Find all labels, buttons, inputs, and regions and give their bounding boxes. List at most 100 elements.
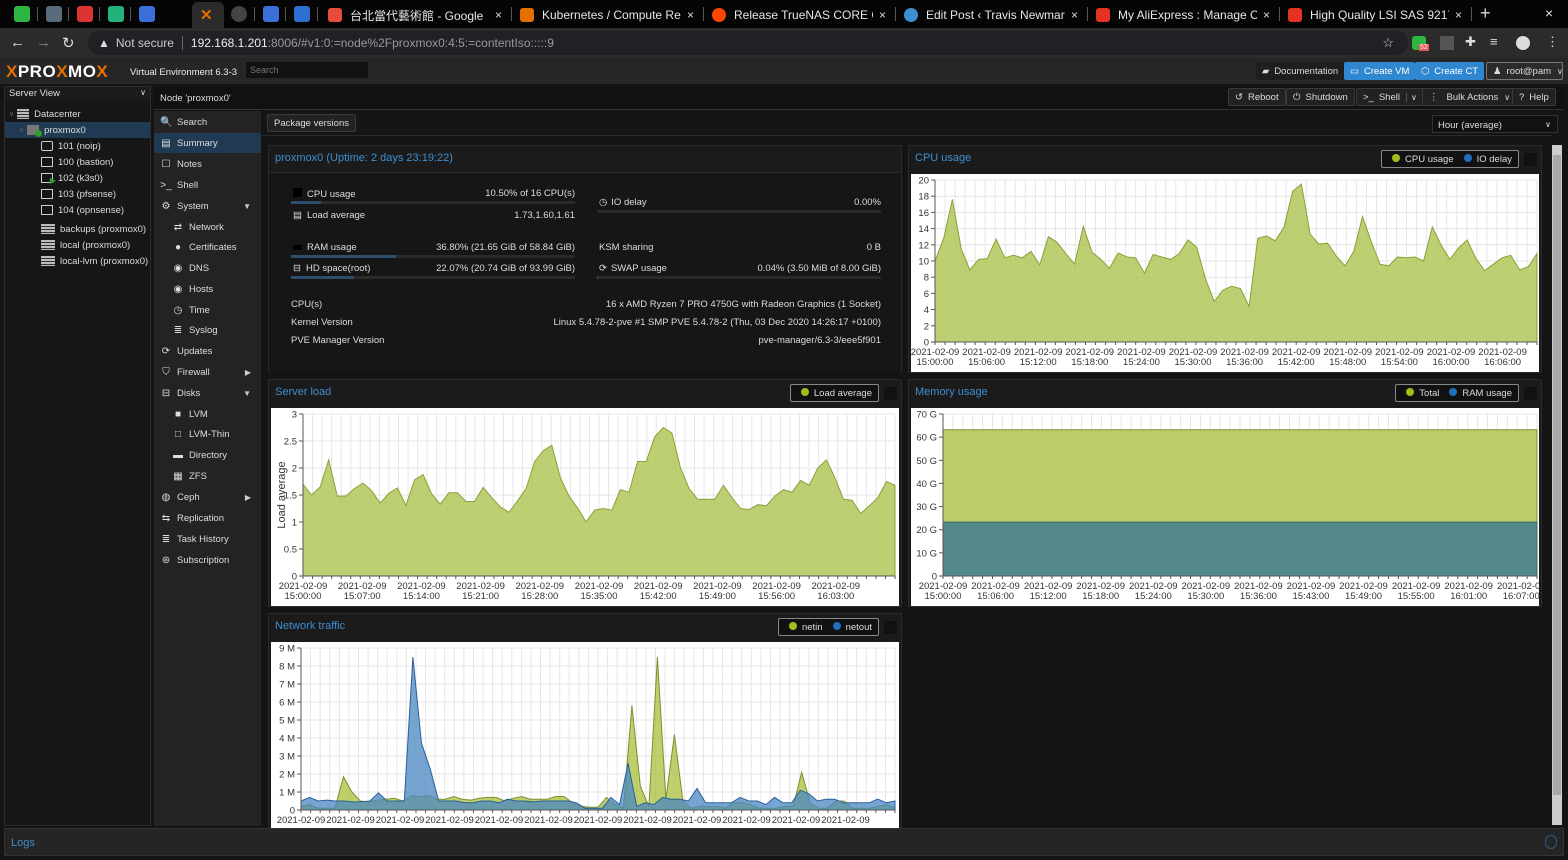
bookmark-star-icon[interactable]: ☆	[1382, 35, 1394, 51]
pinned-tab-calendar[interactable]	[77, 6, 93, 22]
help-button[interactable]: ? Help	[1512, 88, 1556, 106]
profile-avatar[interactable]	[1516, 36, 1530, 50]
pinned-tab-8[interactable]	[294, 6, 310, 22]
tab-close-icon[interactable]: ×	[1455, 8, 1462, 22]
tree-item-vm[interactable]: 104 (opnsense)	[5, 202, 150, 218]
nav-item-lvm-thin[interactable]: □ LVM-Thin	[154, 424, 261, 444]
shutdown-button[interactable]: ⏻ Shutdown	[1286, 88, 1355, 106]
legend-item-ram-usage[interactable]: RAM usage	[1439, 387, 1512, 399]
forward-icon[interactable]: →	[36, 34, 51, 51]
tree-item-datacenter[interactable]: ∨ Datacenter	[5, 106, 150, 122]
extensions-puzzle-icon[interactable]: ✚	[1465, 34, 1476, 50]
browser-tab[interactable]: 台北當代藝術館 - Google ×	[320, 2, 510, 28]
browser-tab[interactable]: Release TrueNAS CORE C ×	[704, 2, 894, 28]
tree-item-vm[interactable]: 100 (bastion)	[5, 154, 150, 170]
legend-item-load-average[interactable]: Load average	[797, 387, 872, 399]
back-icon[interactable]: ←	[10, 34, 25, 51]
nav-item-lvm[interactable]: ■ LVM	[154, 404, 261, 424]
content-scrollbar[interactable]	[1552, 145, 1562, 825]
tab-close-icon[interactable]: ×	[1263, 8, 1270, 22]
logs-panel[interactable]: Logs	[4, 828, 1564, 856]
tree-item-vm-running[interactable]: ▶ 102 (k3s0)	[5, 170, 150, 186]
close-window-button[interactable]: ×	[1545, 5, 1553, 21]
documentation-button[interactable]: ▰ Documentation	[1256, 62, 1345, 80]
nav-item-updates[interactable]: ⟳ Updates	[154, 341, 261, 361]
caret-right-icon[interactable]: ▶	[245, 493, 251, 502]
browser-tab[interactable]: Kubernetes / Compute Re ×	[512, 2, 702, 28]
expand-logs-icon[interactable]	[1545, 835, 1557, 849]
terminal-icon: >_	[1363, 91, 1374, 103]
nav-item-system[interactable]: ⚙ System ▼	[154, 196, 261, 216]
legend-item-total[interactable]: Total	[1402, 387, 1439, 399]
tab-close-icon[interactable]: ×	[495, 8, 502, 22]
nav-item-summary[interactable]: ▤ Summary	[154, 133, 261, 153]
chart-toggle-box[interactable]	[1524, 153, 1537, 166]
media-queue-icon[interactable]: ≡	[1490, 34, 1498, 49]
tree-item-ct[interactable]: 101 (noip)	[5, 138, 150, 154]
nav-item-network[interactable]: ⇄ Network	[154, 217, 261, 237]
browser-menu-icon[interactable]: ⋮	[1546, 34, 1559, 50]
nav-item-subscription[interactable]: ⊛ Subscription	[154, 550, 261, 570]
reload-icon[interactable]: ↻	[62, 34, 75, 52]
nav-item-directory[interactable]: ▬ Directory	[154, 445, 261, 465]
tree-item-storage[interactable]: local (proxmox0)	[5, 237, 150, 253]
nav-item-notes[interactable]: ☐ Notes	[154, 154, 261, 174]
global-search-input[interactable]	[246, 62, 368, 78]
url-field[interactable]: ▲ Not secure 192.168.1.201 :8006/#v1:0:=…	[88, 31, 1408, 55]
create-ct-button[interactable]: ⬡ Create CT	[1415, 62, 1485, 80]
new-tab-button[interactable]: +	[1480, 3, 1491, 24]
nav-item-time[interactable]: ◷ Time	[154, 300, 261, 320]
legend-item-cpu[interactable]: CPU usage	[1388, 153, 1454, 165]
nav-item-label: Ceph	[177, 491, 200, 503]
tree-item-storage[interactable]: local-lvm (proxmox0)	[5, 253, 150, 269]
chart-toggle-box[interactable]	[1524, 387, 1537, 400]
chevron-down-icon[interactable]: ∨	[1405, 92, 1417, 102]
nav-item-certificates[interactable]: ● Certificates	[154, 237, 261, 257]
pinned-tab-7[interactable]	[263, 6, 279, 22]
nav-item-dns[interactable]: ◉ DNS	[154, 258, 261, 278]
caret-right-icon[interactable]: ▶	[245, 368, 251, 377]
legend-item-netout[interactable]: netout	[823, 621, 872, 633]
tab-proxmox[interactable]: ✕	[192, 2, 224, 28]
browser-tab[interactable]: High Quality LSI SAS 9217 ×	[1280, 2, 1470, 28]
shell-button[interactable]: >_ Shell ∨	[1356, 88, 1424, 106]
nav-item-syslog[interactable]: ≣ Syslog	[154, 320, 261, 340]
nav-item-hosts[interactable]: ◉ Hosts	[154, 279, 261, 299]
browser-tab[interactable]: My AliExpress : Manage C ×	[1088, 2, 1278, 28]
nav-item-search[interactable]: 🔍 Search	[154, 112, 261, 132]
pinned-tab-mastodon[interactable]	[139, 6, 155, 22]
nav-item-replication[interactable]: ⇆ Replication	[154, 508, 261, 528]
tab-close-icon[interactable]: ×	[879, 8, 886, 22]
tree-item-storage[interactable]: backups (proxmox0)	[5, 221, 150, 237]
pinned-tab-line[interactable]	[14, 6, 30, 22]
pinned-tab-4[interactable]	[108, 6, 124, 22]
nav-item-label: Hosts	[189, 283, 214, 295]
chart-toggle-box[interactable]	[884, 387, 897, 400]
legend-item-io-delay[interactable]: IO delay	[1454, 153, 1512, 165]
create-vm-button[interactable]: ▭ Create VM	[1344, 62, 1416, 80]
timeframe-select[interactable]: Hour (average) ∨	[1432, 115, 1558, 133]
selenium-extension-icon[interactable]	[1440, 36, 1454, 50]
nav-item-task-history[interactable]: ≣ Task History	[154, 529, 261, 549]
tree-item-vm[interactable]: 103 (pfsense)	[5, 186, 150, 202]
nav-item-disks[interactable]: ⊟ Disks ▼	[154, 383, 261, 403]
browser-tab[interactable]: Edit Post ‹ Travis Newmar ×	[896, 2, 1086, 28]
package-versions-button[interactable]: Package versions	[267, 114, 356, 132]
view-selector[interactable]: Server View ∨	[5, 87, 150, 101]
chart-toggle-box[interactable]	[884, 621, 897, 634]
pinned-tab-2[interactable]	[46, 6, 62, 22]
nav-item-firewall[interactable]: ⛉ Firewall ▶	[154, 362, 261, 382]
tab-close-icon[interactable]: ×	[1071, 8, 1078, 22]
tab-close-icon[interactable]: ×	[687, 8, 694, 22]
legend-item-netin[interactable]: netin	[785, 621, 823, 633]
caret-down-icon[interactable]: ▼	[243, 202, 251, 211]
nav-item-shell[interactable]: >_ Shell	[154, 175, 261, 195]
bulk-actions-button[interactable]: ⋮ Bulk Actions ∨	[1422, 88, 1518, 106]
pinned-tab-globe[interactable]	[231, 6, 247, 22]
reboot-button[interactable]: ↺ Reboot	[1228, 88, 1286, 106]
nav-item-zfs[interactable]: ▦ ZFS	[154, 466, 261, 486]
caret-down-icon[interactable]: ▼	[243, 389, 251, 398]
tree-item-node[interactable]: ∨ proxmox0	[5, 122, 150, 138]
user-menu-button[interactable]: ♟ root@pam ∨	[1486, 62, 1563, 80]
nav-item-ceph[interactable]: ◍ Ceph ▶	[154, 487, 261, 507]
